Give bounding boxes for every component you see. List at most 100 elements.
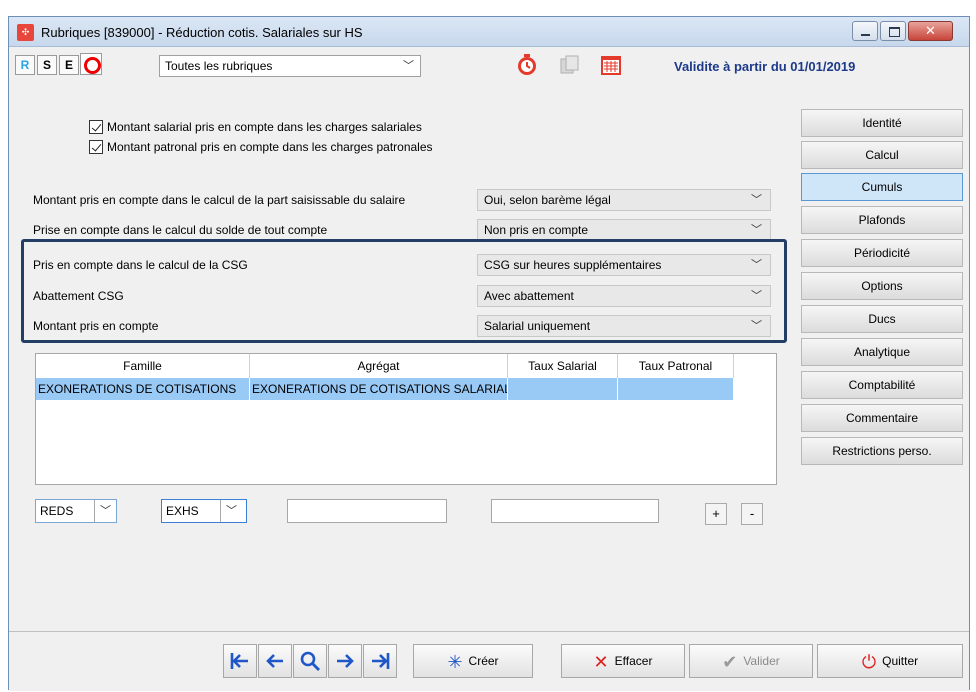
- chevron-down-icon: ﹀: [226, 505, 237, 517]
- last-icon: [372, 653, 390, 669]
- chevron-down-icon: ﹀: [751, 224, 762, 236]
- column-taux-patronal[interactable]: Taux Patronal: [618, 354, 734, 378]
- famille-code-select[interactable]: REDS ﹀: [35, 499, 117, 523]
- csg-value: CSG sur heures supplémentaires: [484, 258, 662, 272]
- ducs-button[interactable]: Ducs: [801, 305, 963, 333]
- creer-label: Créer: [468, 654, 499, 668]
- effacer-button[interactable]: ✕ Effacer: [561, 644, 685, 678]
- title-bar: ✣ Rubriques [839000] - Réduction cotis. …: [9, 17, 969, 47]
- valider-label: Valider: [743, 654, 780, 668]
- chevron-down-icon: ﹀: [751, 259, 762, 271]
- creer-button[interactable]: ✳ Créer: [413, 644, 533, 678]
- analytique-button[interactable]: Analytique: [801, 338, 963, 366]
- column-agregat[interactable]: Agrégat: [250, 354, 508, 378]
- montant-pris-label: Montant pris en compte: [33, 319, 159, 333]
- restrictions-perso-button[interactable]: Restrictions perso.: [801, 437, 963, 465]
- cell-taux-patronal: [618, 378, 734, 400]
- cell-agregat: EXONERATIONS DE COTISATIONS SALARIALES: [250, 378, 508, 400]
- comptabilite-button[interactable]: Comptabilité: [801, 371, 963, 399]
- toolbar: R S E Toutes les rubriques ﹀ Validite à …: [9, 47, 969, 81]
- montant-pris-select[interactable]: Salarial uniquement ﹀: [477, 315, 771, 337]
- calendar-icon[interactable]: [599, 53, 623, 77]
- part-saisissable-select[interactable]: Oui, selon barème légal ﹀: [477, 189, 771, 211]
- add-row-button[interactable]: +: [705, 503, 727, 525]
- column-taux-salarial[interactable]: Taux Salarial: [508, 354, 618, 378]
- maximize-button[interactable]: [880, 21, 906, 41]
- salarial-checkbox-label: Montant salarial pris en compte dans les…: [107, 120, 422, 134]
- search-button[interactable]: [293, 644, 327, 678]
- close-button[interactable]: ✕: [908, 21, 953, 41]
- e-button[interactable]: E: [59, 55, 79, 75]
- search-icon: [300, 651, 320, 671]
- salarial-checkbox[interactable]: [89, 120, 103, 134]
- next-record-button[interactable]: [328, 644, 362, 678]
- commentaire-button[interactable]: Commentaire: [801, 404, 963, 432]
- previous-record-button[interactable]: [258, 644, 292, 678]
- taux-salarial-input[interactable]: [287, 499, 447, 523]
- abattement-csg-label: Abattement CSG: [33, 289, 124, 303]
- grid-header: Famille Agrégat Taux Salarial Taux Patro…: [36, 354, 776, 378]
- cell-famille: EXONERATIONS DE COTISATIONS: [36, 378, 250, 400]
- abattement-csg-select[interactable]: Avec abattement ﹀: [477, 285, 771, 307]
- asterisk-icon: ✳: [447, 651, 463, 672]
- agregat-code-value: EXHS: [166, 504, 199, 518]
- app-icon: ✣: [17, 24, 34, 41]
- chevron-down-icon: ﹀: [751, 194, 762, 206]
- part-saisissable-label: Montant pris en compte dans le calcul de…: [33, 193, 406, 207]
- cell-taux-salarial: [508, 378, 618, 400]
- remove-row-button[interactable]: -: [741, 503, 763, 525]
- montant-pris-value: Salarial uniquement: [484, 319, 591, 333]
- solde-tout-compte-value: Non pris en compte: [484, 223, 589, 237]
- r-button[interactable]: R: [15, 55, 35, 75]
- options-button[interactable]: Options: [801, 272, 963, 300]
- chevron-down-icon: ﹀: [751, 320, 762, 332]
- first-icon: [230, 653, 248, 669]
- csg-select[interactable]: CSG sur heures supplémentaires ﹀: [477, 254, 771, 276]
- bottom-bar: ✳ Créer ✕ Effacer ✔ Valider ⏻ Quitter: [9, 631, 969, 691]
- chevron-down-icon: ﹀: [100, 505, 111, 517]
- part-saisissable-value: Oui, selon barème légal: [484, 193, 611, 207]
- arrow-left-icon: [266, 654, 283, 668]
- taux-patronal-input[interactable]: [491, 499, 659, 523]
- valider-button[interactable]: ✔ Valider: [689, 644, 813, 678]
- combo-separator: [220, 500, 221, 522]
- validite-label: Validite à partir du 01/01/2019: [674, 59, 856, 74]
- s-button[interactable]: S: [37, 55, 57, 75]
- plafonds-button[interactable]: Plafonds: [801, 206, 963, 234]
- periodicite-button[interactable]: Périodicité: [801, 239, 963, 267]
- agregat-code-select[interactable]: EXHS ﹀: [161, 499, 247, 523]
- chevron-down-icon: ﹀: [751, 290, 762, 302]
- cumuls-button[interactable]: Cumuls: [801, 173, 963, 201]
- rubrique-filter-select[interactable]: Toutes les rubriques ﹀: [159, 55, 421, 77]
- identite-button[interactable]: Identité: [801, 109, 963, 137]
- calcul-button[interactable]: Calcul: [801, 141, 963, 169]
- close-icon: ✕: [925, 23, 936, 38]
- column-famille[interactable]: Famille: [36, 354, 250, 378]
- rubrique-filter-value: Toutes les rubriques: [165, 59, 273, 73]
- table-row[interactable]: EXONERATIONS DE COTISATIONS EXONERATIONS…: [36, 378, 734, 400]
- csg-label: Pris en compte dans le calcul de la CSG: [33, 258, 248, 272]
- minimize-button[interactable]: [852, 21, 878, 41]
- rubriques-window: ✣ Rubriques [839000] - Réduction cotis. …: [8, 16, 970, 691]
- quitter-button[interactable]: ⏻ Quitter: [817, 644, 963, 678]
- solde-tout-compte-select[interactable]: Non pris en compte ﹀: [477, 219, 771, 241]
- power-icon: ⏻: [861, 651, 877, 672]
- quitter-label: Quitter: [882, 654, 919, 668]
- abattement-csg-value: Avec abattement: [484, 289, 574, 303]
- circle-icon[interactable]: [80, 53, 102, 75]
- combo-separator: [94, 500, 95, 522]
- cumuls-grid: Famille Agrégat Taux Salarial Taux Patro…: [35, 353, 777, 485]
- copy-icon[interactable]: [557, 53, 581, 77]
- timer-icon[interactable]: [515, 53, 539, 77]
- check-icon: ✔: [722, 651, 738, 672]
- famille-code-value: REDS: [40, 504, 74, 518]
- solde-tout-compte-label: Prise en compte dans le calcul du solde …: [33, 223, 328, 237]
- effacer-label: Effacer: [614, 654, 653, 668]
- chevron-down-icon: ﹀: [403, 60, 414, 72]
- last-record-button[interactable]: [363, 644, 397, 678]
- window-title: Rubriques [839000] - Réduction cotis. Sa…: [41, 25, 363, 40]
- cross-icon: ✕: [593, 651, 609, 672]
- patronal-checkbox[interactable]: [89, 140, 103, 154]
- first-record-button[interactable]: [223, 644, 257, 678]
- arrow-right-icon: [337, 654, 354, 668]
